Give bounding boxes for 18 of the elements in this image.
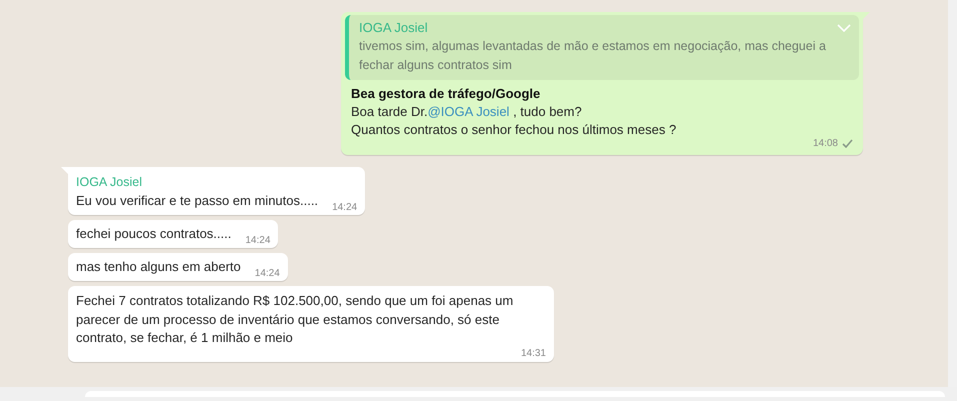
message-text: mas tenho alguns em aberto <box>76 258 241 276</box>
sender-name: Bea gestora de tráfego/Google <box>350 85 542 103</box>
quoted-message[interactable]: IOGA Josiel tivemos sim, algumas levantadas de mão e estamos em negociação, mas cheguei a fechar alguns contratos sim <box>345 15 859 80</box>
quoted-text: tivemos sim, algumas levantadas de mão e estamos em negociação, mas cheguei a fechar alguns contratos sim <box>359 38 827 74</box>
quoted-author: IOGA Josiel <box>359 19 429 37</box>
message-text: Boa tarde Dr.@IOGA Josiel , tudo bem? <box>351 103 583 121</box>
mention-link[interactable]: @IOGA Josiel <box>428 104 510 119</box>
message-text: Quantos contratos o senhor fechou nos últimos meses ? <box>351 121 678 139</box>
message-text: Eu vou verificar e te passo em minutos..... <box>76 192 318 210</box>
message-time: 14:31 <box>520 348 546 359</box>
message-time: 14:24 <box>332 202 358 212</box>
message-text: Fechei 7 contratos totalizando R$ 102.500,00, sendo que um foi apenas um parecer de um processo de inventário que estamos conversando, só este contrato, se fechar, é 1 milhão e meio <box>76 292 514 347</box>
chevron-down-icon[interactable] <box>837 24 851 33</box>
sender-name: IOGA Josiel <box>76 174 143 191</box>
message-text: fechei poucos contratos..... <box>76 225 232 243</box>
message-time: 14:08 <box>812 138 838 148</box>
message-time: 14:24 <box>254 268 280 278</box>
message-time: 14:24 <box>245 234 270 246</box>
